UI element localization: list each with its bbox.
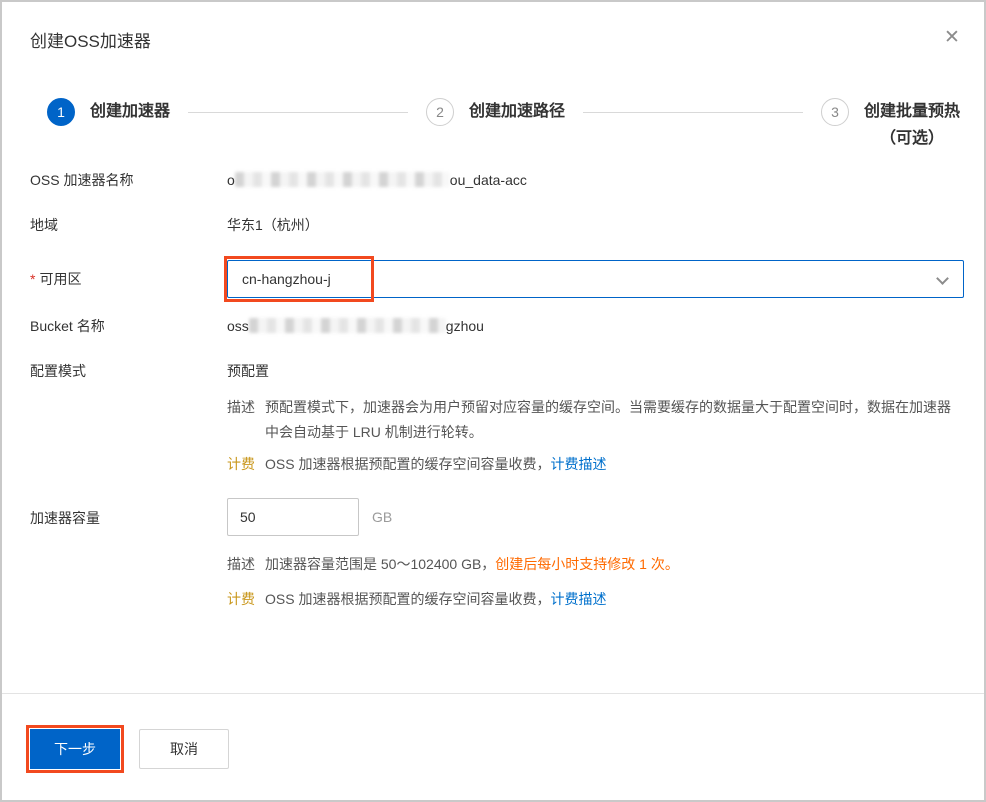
form-row-config-mode: 配置模式 预配置 描述 预配置模式下，加速器会为用户预留对应容量的缓存空间。当需…	[30, 361, 964, 475]
step-2-label: 创建加速路径	[469, 103, 566, 120]
accelerator-form: OSS 加速器名称 o ou_data-acc 地域 华东1（杭州） * 可用区 c…	[30, 170, 964, 610]
zone-label-text: 可用区	[39, 271, 82, 287]
accelerator-name-prefix: o	[227, 172, 235, 188]
step-2-number-badge: 2	[426, 98, 454, 126]
config-mode-value: 预配置	[227, 363, 269, 379]
step-3-label-line1: 创建批量预热	[864, 103, 961, 120]
capacity-unit: GB	[372, 509, 393, 525]
zone-label: * 可用区	[30, 269, 227, 289]
step-3-create-batch-prewarm: 3 创建批量预热 （可选）	[821, 98, 960, 151]
accelerator-name-value: o ou_data-acc	[227, 170, 964, 190]
capacity-billing-line: 计费 OSS 加速器根据预配置的缓存空间容量收费， 计费描述	[227, 588, 964, 610]
cancel-button[interactable]: 取消	[139, 729, 229, 769]
zone-select-value: cn-hangzhou-j	[242, 271, 331, 287]
description-tag: 描述	[227, 399, 255, 415]
billing-tag: 计费	[227, 456, 255, 472]
step-connector-line	[583, 112, 803, 113]
step-indicator: 1 创建加速器 2 创建加速路径 3 创建批量预热 （可选）	[47, 98, 960, 151]
capacity-modify-warning: 创建后每小时支持修改 1 次。	[495, 556, 679, 572]
step-1-create-accelerator: 1 创建加速器	[47, 98, 170, 126]
region-label: 地域	[30, 217, 58, 233]
dialog-footer: 下一步 取消	[2, 693, 984, 800]
chevron-down-icon	[936, 272, 949, 285]
step-2-create-acceleration-path: 2 创建加速路径	[426, 98, 565, 126]
form-row-bucket: Bucket 名称 oss gzhou	[30, 316, 964, 336]
step-1-label: 创建加速器	[90, 103, 171, 120]
redacted-text-block	[248, 318, 446, 333]
next-step-button[interactable]: 下一步	[30, 729, 120, 769]
capacity-input[interactable]	[227, 498, 359, 536]
billing-tag: 计费	[227, 591, 255, 607]
step-3-label: 创建批量预热 （可选）	[864, 98, 960, 151]
config-mode-value-block: 预配置 描述 预配置模式下，加速器会为用户预留对应容量的缓存空间。当需要缓存的数…	[227, 361, 964, 475]
zone-select[interactable]: cn-hangzhou-j	[224, 256, 964, 302]
billing-description-link[interactable]: 计费描述	[550, 588, 606, 610]
capacity-label: 加速器容量	[30, 510, 100, 526]
config-mode-description-text: 预配置模式下，加速器会为用户预留对应容量的缓存空间。当需要缓存的数据量大于配置空…	[265, 399, 951, 440]
capacity-description-line: 描述 加速器容量范围是 50～102400 GB，创建后每小时支持修改 1 次。	[227, 552, 964, 577]
form-row-zone: * 可用区 cn-hangzhou-j	[30, 256, 964, 302]
bucket-value: oss gzhou	[227, 316, 964, 336]
billing-text: OSS 加速器根据预配置的缓存空间容量收费，	[265, 456, 551, 472]
dialog-title: 创建OSS加速器	[30, 32, 151, 51]
zone-field: cn-hangzhou-j	[224, 256, 964, 302]
redacted-text-block	[234, 172, 450, 187]
step-3-number-badge: 3	[821, 98, 849, 126]
config-mode-description-line: 描述 预配置模式下，加速器会为用户预留对应容量的缓存空间。当需要缓存的数据量大于…	[227, 395, 964, 445]
capacity-description-text: 加速器容量范围是 50～102400 GB，创建后每小时支持修改 1 次。	[265, 552, 964, 577]
form-row-capacity: 加速器容量 GB 描述 加速器容量范围是 50～102400 GB，创建后每小时…	[30, 498, 964, 610]
billing-text: OSS 加速器根据预配置的缓存空间容量收费，	[265, 591, 551, 607]
form-row-accelerator-name: OSS 加速器名称 o ou_data-acc	[30, 170, 964, 190]
step-3-label-line2: （可选）	[880, 130, 945, 147]
bucket-label: Bucket 名称	[30, 318, 105, 334]
capacity-input-wrap: GB	[227, 498, 964, 536]
form-row-region: 地域 华东1（杭州）	[30, 215, 964, 235]
required-asterisk: *	[30, 271, 36, 287]
region-value: 华东1（杭州）	[227, 217, 319, 233]
close-icon[interactable]: ✕	[940, 26, 964, 50]
description-tag: 描述	[227, 556, 255, 572]
capacity-range-text: 加速器容量范围是 50～102400 GB，	[265, 556, 496, 572]
config-mode-billing-line: 计费 OSS 加速器根据预配置的缓存空间容量收费， 计费描述	[227, 453, 964, 475]
step-connector-line	[188, 112, 408, 113]
step-1-number-badge: 1	[47, 98, 75, 126]
config-mode-label: 配置模式	[30, 363, 86, 379]
billing-description-link[interactable]: 计费描述	[550, 453, 606, 475]
accelerator-name-suffix: ou_data-acc	[449, 172, 527, 188]
annotation-highlight-box: 下一步	[26, 725, 124, 773]
create-oss-accelerator-dialog: 创建OSS加速器 ✕ 1 创建加速器 2 创建加速路径 3 创建批量预热 （可选…	[0, 0, 986, 802]
bucket-name-suffix: gzhou	[445, 318, 484, 334]
accelerator-name-label: OSS 加速器名称	[30, 172, 134, 188]
bucket-name-prefix: oss	[227, 318, 249, 334]
capacity-field-block: GB 描述 加速器容量范围是 50～102400 GB，创建后每小时支持修改 1…	[227, 498, 964, 610]
